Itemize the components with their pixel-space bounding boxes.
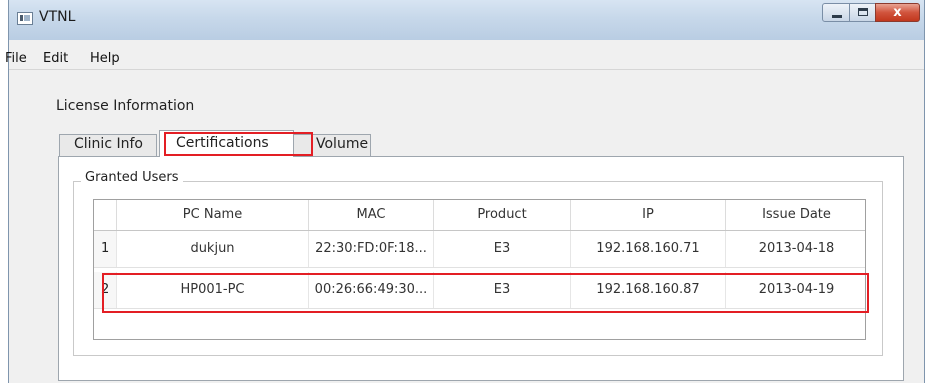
cell-ip: 192.168.160.71 xyxy=(570,231,725,267)
granted-users-label: Granted Users xyxy=(81,170,183,185)
table-header: PC Name MAC Product IP Issue Date xyxy=(94,200,865,231)
column-header-pc-name[interactable]: PC Name xyxy=(116,200,308,230)
app-window: VTNL x File Edit Help License Informatio… xyxy=(5,0,925,383)
cell-issue-date: 2013-04-18 xyxy=(725,231,867,267)
license-info-label: License Information xyxy=(56,98,195,114)
cell-mac: 22:30:FD:0F:18... xyxy=(308,231,433,267)
app-icon xyxy=(17,12,33,25)
maximize-button[interactable] xyxy=(849,3,876,22)
menu-file[interactable]: File xyxy=(5,51,27,66)
title-bar[interactable]: VTNL x xyxy=(9,0,924,40)
column-header-mac[interactable]: MAC xyxy=(308,200,433,230)
window-title: VTNL xyxy=(39,9,76,25)
column-header-issue-date[interactable]: Issue Date xyxy=(725,200,867,230)
close-icon: x xyxy=(893,5,902,20)
menu-bar: File Edit Help xyxy=(5,45,924,70)
maximize-icon xyxy=(858,8,868,16)
column-header-product[interactable]: Product xyxy=(433,200,570,230)
cell-pc-name: dukjun xyxy=(116,231,308,267)
minimize-button[interactable] xyxy=(822,3,850,22)
table-row[interactable]: 1 dukjun 22:30:FD:0F:18... E3 192.168.16… xyxy=(94,231,865,268)
granted-users-table: PC Name MAC Product IP Issue Date 1 dukj… xyxy=(93,199,866,340)
minimize-icon xyxy=(832,15,842,18)
cell-product: E3 xyxy=(433,231,570,267)
close-button[interactable]: x xyxy=(875,3,920,22)
row-highlight-box xyxy=(102,273,869,313)
column-header-ip[interactable]: IP xyxy=(570,200,725,230)
tab-clinic-info[interactable]: Clinic Info xyxy=(59,134,157,156)
tab-highlight-box xyxy=(164,132,313,156)
menu-edit[interactable]: Edit xyxy=(43,51,68,66)
row-number: 1 xyxy=(94,231,116,267)
menu-help[interactable]: Help xyxy=(90,51,120,66)
tab-label: Clinic Info xyxy=(74,136,143,152)
